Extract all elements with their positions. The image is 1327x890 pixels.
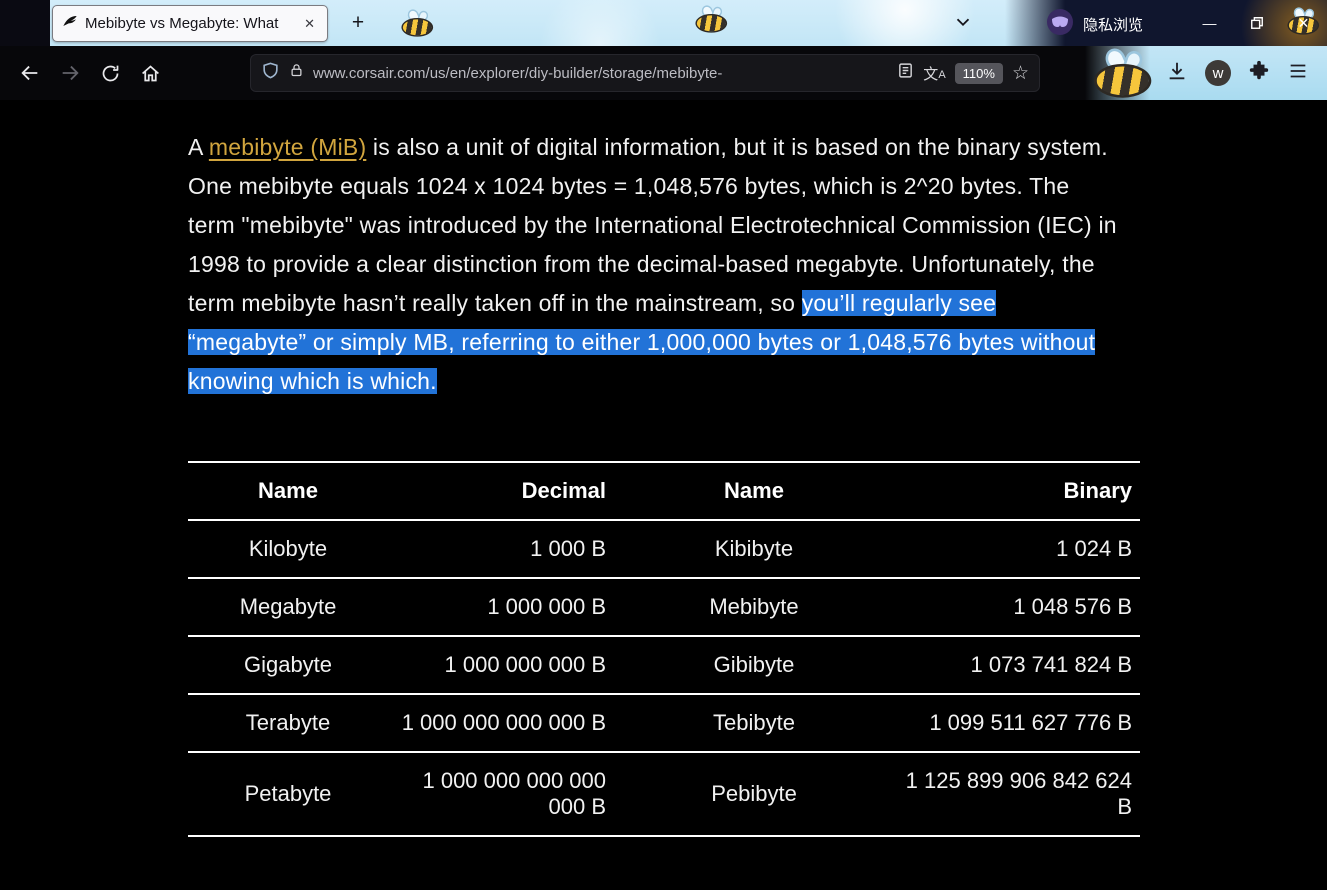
titlebar-left-corner	[0, 0, 50, 46]
browser-tab[interactable]: Mebibyte vs Megabyte: What ✕	[52, 5, 328, 42]
extensions-puzzle-icon[interactable]	[1248, 60, 1270, 87]
column-header: Name	[188, 462, 388, 521]
reload-button[interactable]	[90, 53, 130, 93]
url-text[interactable]: www.corsair.com/us/en/explorer/diy-build…	[313, 65, 888, 82]
private-mask-icon	[1046, 8, 1074, 41]
table-row: Kilobyte 1 000 B Kibibyte 1 024 B	[188, 520, 1140, 579]
table-cell: 1 000 B	[388, 520, 606, 579]
menu-hamburger-icon[interactable]	[1287, 60, 1309, 87]
lock-icon[interactable]	[289, 62, 304, 84]
table-cell: Petabyte	[188, 752, 388, 837]
home-button[interactable]	[130, 53, 170, 93]
bee-decoration	[693, 3, 730, 33]
table-cell: 1 000 000 000 000 B	[388, 694, 606, 753]
private-browsing-label: 隐私浏览	[1083, 17, 1144, 34]
column-header: Decimal	[388, 462, 606, 521]
toolbar-right-cluster: w	[1166, 60, 1317, 87]
w-extension-icon[interactable]: w	[1205, 60, 1231, 86]
tab-title: Mebibyte vs Megabyte: What	[85, 15, 279, 32]
table-row: Petabyte 1 000 000 000 000 000 B Pebibyt…	[188, 752, 1140, 837]
table-row: Terabyte 1 000 000 000 000 B Tebibyte 1 …	[188, 694, 1140, 753]
table-cell: Kilobyte	[188, 520, 388, 579]
close-window-button[interactable]: ✕	[1280, 0, 1327, 46]
table-row: Gigabyte 1 000 000 000 B Gibibyte 1 073 …	[188, 636, 1140, 695]
reader-view-icon[interactable]	[897, 62, 914, 84]
paragraph-text: is also a unit of digital information, b…	[188, 134, 1117, 316]
table-cell: 1 125 899 906 842 624 B	[902, 752, 1140, 837]
window-controls: — ✕	[1186, 0, 1327, 46]
bee-decoration	[399, 7, 436, 37]
page-content: A mebibyte (MiB) is also a unit of digit…	[0, 100, 1327, 890]
table-cell: Pebibyte	[606, 752, 902, 837]
corsair-favicon	[62, 14, 78, 34]
table-cell: Tebibyte	[606, 694, 902, 753]
table-cell: 1 000 000 000 000 000 B	[388, 752, 606, 837]
list-tabs-chevron-icon[interactable]	[952, 11, 974, 38]
table-row: Megabyte 1 000 000 B Mebibyte 1 048 576 …	[188, 578, 1140, 637]
tab-close-icon[interactable]: ✕	[301, 14, 318, 34]
table-cell: Mebibyte	[606, 578, 902, 637]
bookmark-star-icon[interactable]: ☆	[1012, 62, 1029, 85]
restore-button[interactable]	[1233, 0, 1280, 46]
table-header-row: Name Decimal Name Binary	[188, 462, 1140, 521]
table-cell: 1 000 000 000 B	[388, 636, 606, 695]
table-cell: Kibibyte	[606, 520, 902, 579]
navigation-bar: www.corsair.com/us/en/explorer/diy-build…	[0, 45, 1327, 100]
table-cell: 1 073 741 824 B	[902, 636, 1140, 695]
new-tab-button[interactable]: +	[344, 9, 372, 37]
url-bar[interactable]: www.corsair.com/us/en/explorer/diy-build…	[250, 54, 1040, 92]
mebibyte-link[interactable]: mebibyte (MiB)	[209, 134, 366, 160]
downloads-icon[interactable]	[1166, 60, 1188, 87]
table-cell: 1 024 B	[902, 520, 1140, 579]
browser-chrome: Mebibyte vs Megabyte: What ✕ + 隐私浏览 — ✕ …	[0, 0, 1327, 100]
table-cell: 1 000 000 B	[388, 578, 606, 637]
column-header: Binary	[902, 462, 1140, 521]
tab-bar: Mebibyte vs Megabyte: What ✕ + 隐私浏览 — ✕	[0, 0, 1327, 46]
table-cell: Gibibyte	[606, 636, 902, 695]
zoom-level-badge[interactable]: 110%	[954, 62, 1003, 84]
table-cell: Megabyte	[188, 578, 388, 637]
translate-icon[interactable]: 文A	[923, 63, 945, 84]
table-cell: 1 099 511 627 776 B	[902, 694, 1140, 753]
paragraph-text: A	[188, 134, 209, 160]
table-cell: 1 048 576 B	[902, 578, 1140, 637]
minimize-button[interactable]: —	[1186, 0, 1233, 46]
forward-button[interactable]	[50, 53, 90, 93]
units-comparison-table: Name Decimal Name Binary Kilobyte 1 000 …	[188, 461, 1140, 837]
back-button[interactable]	[10, 53, 50, 93]
tracking-shield-icon[interactable]	[261, 61, 280, 85]
column-header: Name	[606, 462, 902, 521]
private-browsing-badge: 隐私浏览	[1046, 8, 1143, 41]
table-cell: Terabyte	[188, 694, 388, 753]
article-paragraph: A mebibyte (MiB) is also a unit of digit…	[188, 128, 1120, 401]
table-cell: Gigabyte	[188, 636, 388, 695]
